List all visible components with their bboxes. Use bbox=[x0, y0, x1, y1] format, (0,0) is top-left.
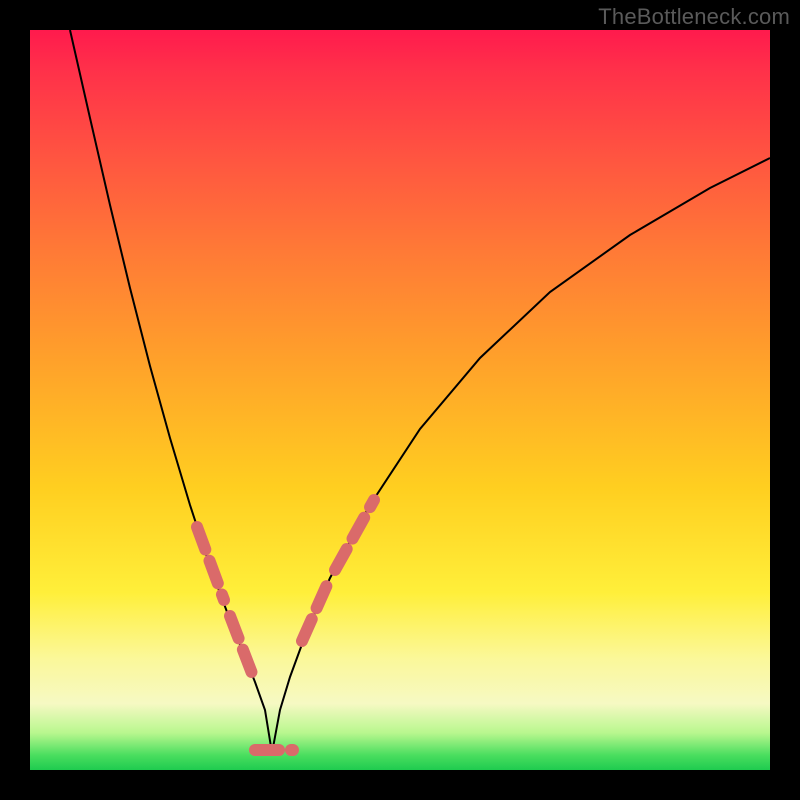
plot-area bbox=[30, 30, 770, 770]
marker-left_lower bbox=[230, 616, 253, 676]
marker-right_upper bbox=[335, 500, 374, 570]
bottleneck-curve bbox=[70, 30, 770, 753]
bottleneck-curve-svg bbox=[30, 30, 770, 770]
marker-right_lower bbox=[302, 578, 330, 641]
chart-frame: TheBottleneck.com bbox=[0, 0, 800, 800]
marker-segments bbox=[197, 500, 374, 750]
watermark-text: TheBottleneck.com bbox=[598, 4, 790, 30]
marker-left_upper bbox=[197, 527, 224, 600]
